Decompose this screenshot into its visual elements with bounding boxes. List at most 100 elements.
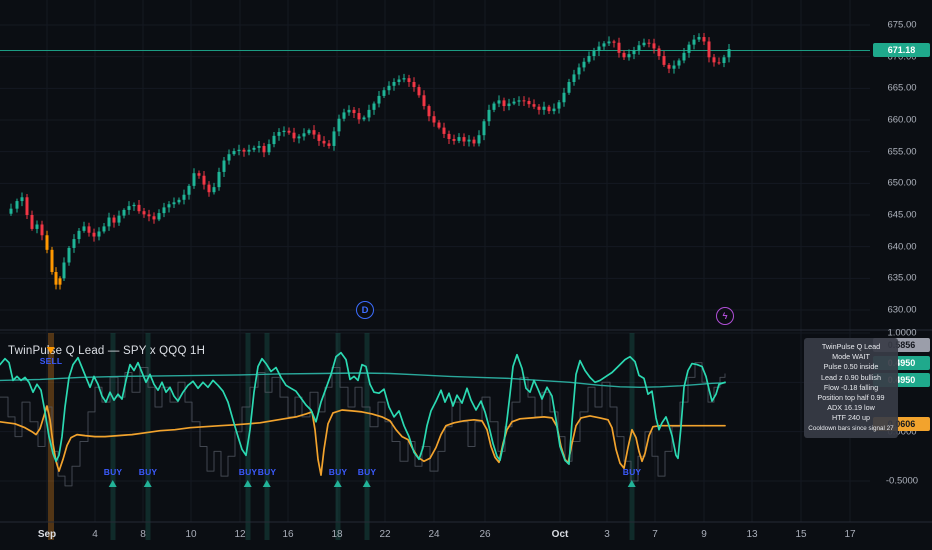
- candle-body: [152, 216, 156, 220]
- candle-body: [142, 211, 146, 215]
- time-axis-label[interactable]: 3: [604, 529, 610, 540]
- last-price-badge: 671.18: [873, 43, 930, 57]
- candle-body: [117, 215, 121, 223]
- candle-body: [25, 197, 29, 215]
- candle-body: [697, 37, 701, 40]
- candle-body: [297, 136, 301, 139]
- time-axis-label[interactable]: 18: [331, 529, 342, 540]
- candle-body: [627, 54, 631, 58]
- candle-body: [217, 171, 221, 188]
- info-panel-line: Lead z 0.90 bullish: [821, 372, 881, 382]
- candle-body: [162, 207, 166, 214]
- info-panel-line: Position top half 0.99: [817, 393, 885, 403]
- time-axis-label[interactable]: 12: [234, 529, 245, 540]
- dividend-event-marker[interactable]: D: [356, 301, 374, 319]
- trading-chart-app: TwinPulse Q Lead — SPY x QQQ 1H 675.00 67…: [0, 0, 932, 550]
- time-axis-label[interactable]: 4: [92, 529, 98, 540]
- candle-body: [332, 131, 336, 146]
- candle-body: [707, 41, 711, 58]
- candle-body: [287, 130, 291, 133]
- candle-body: [167, 204, 171, 208]
- candle-body: [237, 149, 241, 152]
- indicator-line-flow: [0, 405, 726, 476]
- candle-body: [20, 197, 24, 202]
- buy-arrow-up-icon: [143, 480, 152, 487]
- candle-body: [35, 224, 39, 229]
- time-axis-label[interactable]: 16: [282, 529, 293, 540]
- candle-body: [677, 60, 681, 66]
- price-axis-label: 630.00: [887, 304, 917, 316]
- buy-label: BUY: [622, 467, 642, 477]
- candle-body: [492, 103, 496, 110]
- candle-body: [337, 118, 341, 132]
- candle-body: [522, 100, 526, 102]
- info-panel-line: TwinPulse Q Lead: [821, 342, 881, 351]
- candle-body: [497, 100, 501, 104]
- candle-body: [292, 132, 296, 139]
- candle-body: [45, 235, 49, 250]
- candle-body: [567, 82, 571, 93]
- time-axis-label[interactable]: 7: [652, 529, 658, 540]
- buy-signal-band: [335, 333, 341, 540]
- candle-body: [107, 217, 111, 227]
- candle-body: [712, 57, 716, 63]
- candle-body: [307, 130, 311, 134]
- candle-body: [72, 239, 76, 248]
- candle-body: [632, 50, 636, 55]
- time-axis-label[interactable]: 13: [746, 529, 757, 540]
- indicator-line-lead: [0, 372, 726, 388]
- candle-body: [507, 103, 511, 107]
- time-axis-label[interactable]: 22: [379, 529, 390, 540]
- time-axis-label[interactable]: 15: [795, 529, 806, 540]
- time-axis-label[interactable]: Sep: [38, 529, 56, 540]
- buy-marker: BUY: [329, 467, 348, 487]
- candle-body: [717, 62, 721, 64]
- candle-body: [592, 50, 596, 57]
- info-panel-line: Pulse 0.50 inside: [823, 362, 879, 372]
- candle-body: [377, 95, 381, 104]
- time-axis-label[interactable]: 10: [185, 529, 196, 540]
- buy-arrow-up-icon: [333, 480, 342, 487]
- candle-body: [552, 108, 556, 112]
- candle-body: [102, 226, 106, 232]
- candle-body: [187, 185, 191, 195]
- candle-body: [82, 226, 86, 231]
- candle-body: [532, 104, 536, 107]
- time-axis-label[interactable]: 24: [428, 529, 439, 540]
- candle-body: [172, 202, 176, 205]
- info-panel-line: Flow -0.18 falling: [823, 382, 879, 392]
- candle-body: [242, 149, 246, 152]
- candle-body: [452, 139, 456, 141]
- candle-body: [542, 106, 546, 110]
- info-panel-line: HTF 240 up: [832, 413, 870, 423]
- time-axis-label[interactable]: 9: [701, 529, 707, 540]
- time-axis-label[interactable]: Oct: [552, 529, 569, 540]
- buy-arrow-up-icon: [362, 480, 371, 487]
- candle-body: [87, 226, 91, 233]
- candle-body: [427, 106, 431, 117]
- candle-body: [647, 42, 651, 44]
- candle-body: [607, 41, 611, 44]
- candle-body: [322, 140, 326, 144]
- candle-body: [642, 42, 646, 46]
- candle-body: [602, 43, 606, 47]
- candle-body: [722, 57, 726, 63]
- candle-body: [54, 272, 58, 285]
- candle-body: [562, 92, 566, 103]
- candle-body: [612, 41, 616, 43]
- candle-body: [192, 173, 196, 186]
- time-axis-label[interactable]: 26: [479, 529, 490, 540]
- time-axis-label[interactable]: 8: [140, 529, 146, 540]
- price-axis-label: 640.00: [887, 241, 917, 253]
- candle-body: [252, 147, 256, 150]
- time-axis-label[interactable]: 17: [844, 529, 855, 540]
- lightning-event-marker[interactable]: ϟ: [716, 307, 734, 325]
- candle-body: [277, 132, 281, 136]
- buy-label: BUY: [138, 467, 158, 477]
- candle-body: [362, 117, 366, 120]
- candle-body: [127, 206, 131, 210]
- indicator-info-panel: TwinPulse Q Lead Mode WAIT Pulse 0.50 insi…: [804, 338, 898, 438]
- candle-body: [392, 82, 396, 86]
- candle-body: [67, 247, 71, 263]
- candle-body: [182, 194, 186, 200]
